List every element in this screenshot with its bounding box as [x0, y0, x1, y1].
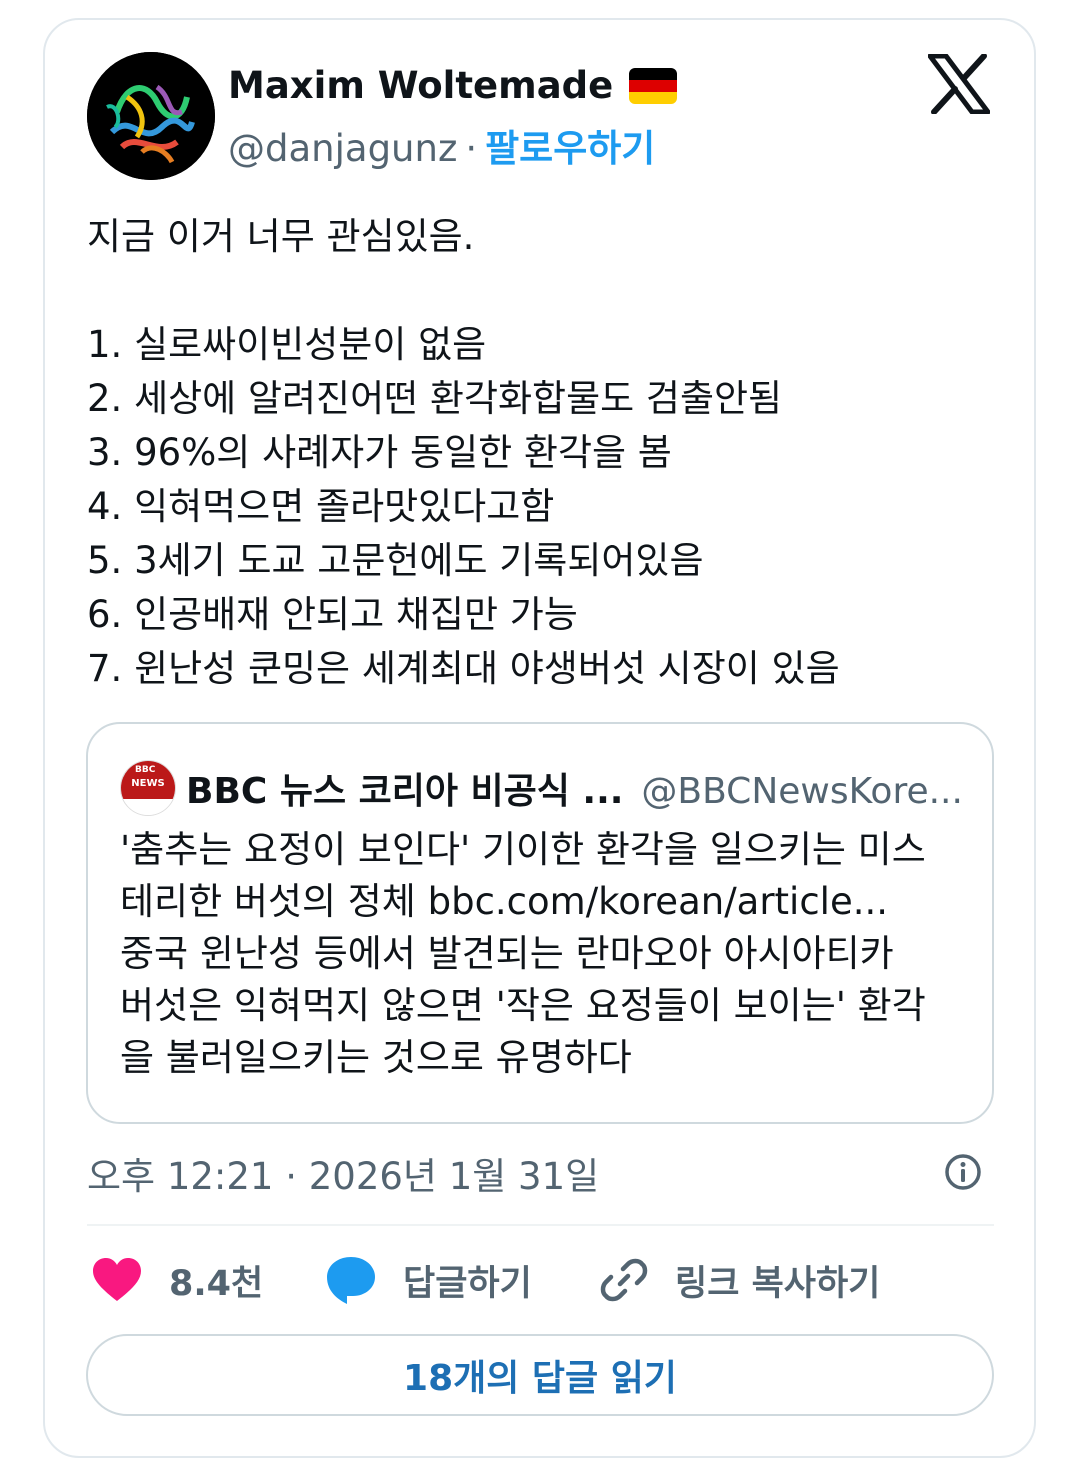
author-name-text: Maxim Woltemade: [228, 64, 614, 107]
action-bar: 8.4천 답글하기 링크 복사하기: [87, 1250, 994, 1310]
quoted-tweet[interactable]: BBC NEWS BBC 뉴스 코리아 비공식 ... @BBCNewsKore.…: [86, 722, 994, 1124]
author-display-name[interactable]: Maxim Woltemade: [228, 64, 678, 107]
link-icon: [600, 1258, 648, 1302]
bbc-logo-text: BBC: [135, 765, 156, 775]
handle-separator: ·: [465, 127, 478, 170]
reply-button[interactable]: 답글하기: [325, 1250, 532, 1310]
germany-flag-icon: [629, 67, 678, 104]
divider: [87, 1224, 994, 1226]
quote-header: BBC 뉴스 코리아 비공식 ... @BBCNewsKore...: [186, 762, 986, 814]
copy-link-button[interactable]: 링크 복사하기: [599, 1250, 880, 1310]
bbc-avatar: BBC NEWS: [120, 760, 176, 816]
like-button[interactable]: 8.4천: [91, 1250, 263, 1310]
quote-author-name: BBC 뉴스 코리아 비공식 ...: [186, 771, 624, 812]
reply-bubble-icon: [327, 1257, 375, 1304]
tweet-text: 지금 이거 너무 관심있음. 1. 실로싸이빈성분이 없음 2. 세상에 알려진…: [87, 215, 840, 690]
follow-button[interactable]: 팔로우하기: [485, 127, 655, 170]
author-handle-row: @danjagunz · 팔로우하기: [228, 118, 655, 172]
author-handle[interactable]: @danjagunz: [228, 127, 457, 170]
info-icon[interactable]: [943, 1152, 983, 1192]
quote-author-handle: @BBCNewsKore...: [641, 771, 963, 812]
protein-structure-image: [87, 52, 215, 180]
x-logo-icon[interactable]: [928, 54, 990, 114]
reply-label: 답글하기: [403, 1263, 532, 1304]
heart-icon: [93, 1258, 141, 1301]
quote-text: '춤추는 요정이 보인다' 기이한 환각을 일으키는 미스 테리한 버섯의 정체…: [120, 828, 926, 1079]
read-replies-button[interactable]: 18개의 답글 읽기: [86, 1334, 994, 1416]
copy-link-label: 링크 복사하기: [675, 1263, 881, 1304]
tweet-timestamp[interactable]: 오후 12:21 · 2026년 1월 31일: [87, 1146, 599, 1200]
like-count: 8.4천: [169, 1263, 264, 1304]
bbc-news-text: NEWS: [131, 778, 165, 789]
author-avatar[interactable]: [87, 52, 215, 180]
